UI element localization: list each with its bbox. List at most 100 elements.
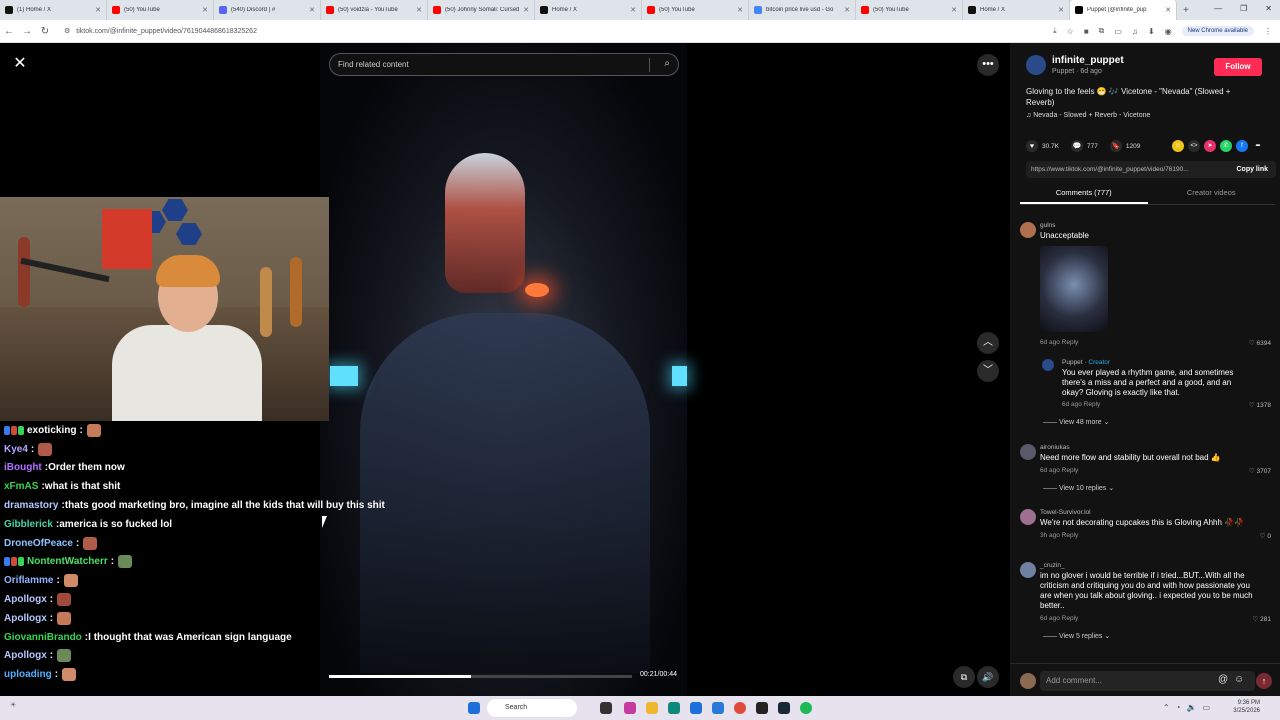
browser-tab[interactable]: bitcoin price live usd - Go ✕ [749, 0, 856, 20]
comment-avatar[interactable] [1020, 562, 1036, 578]
profile-icon[interactable]: ◉ [1165, 27, 1172, 36]
browser-tab[interactable]: (50) YouTube ✕ [856, 0, 963, 20]
browser-tab[interactable]: (50) YouTube ✕ [642, 0, 749, 20]
facebook-icon[interactable]: f [1236, 140, 1248, 152]
next-video-button[interactable]: ﹀ [977, 360, 999, 382]
chrome-icon[interactable] [734, 702, 746, 714]
copilot-icon[interactable] [624, 702, 636, 714]
tab-close-icon[interactable]: ✕ [844, 6, 850, 14]
comment-avatar[interactable] [1020, 222, 1036, 238]
chat-username[interactable]: DroneOfPeace [4, 538, 73, 549]
search-icon[interactable]: ⌕ [664, 58, 670, 69]
comment-username[interactable]: Towel-Survivor.lol [1040, 509, 1091, 516]
music-row[interactable]: ♫ Nevada - Slowed + Reverb - Vicetone [1026, 112, 1150, 119]
comment-meta[interactable]: 6d ago Reply [1040, 339, 1078, 346]
tab-close-icon[interactable]: ✕ [630, 6, 636, 14]
browser-tab[interactable]: (50) Johnny Somali: Cursed ✕ [428, 0, 535, 20]
taskbar-search[interactable]: Search [487, 699, 577, 717]
browser-tab[interactable]: (540) Discord | # ✕ [214, 0, 321, 20]
close-window-icon[interactable]: ✕ [1265, 4, 1272, 13]
maximize-icon[interactable]: ❐ [1240, 4, 1247, 13]
close-icon[interactable]: ✕ [10, 54, 30, 74]
emoji-icon[interactable]: ☺ [1172, 140, 1184, 152]
chat-username[interactable]: Apollogx [4, 613, 47, 624]
edge-icon[interactable] [668, 702, 680, 714]
comment-avatar[interactable] [1020, 444, 1036, 460]
user-avatar[interactable] [1020, 673, 1036, 689]
tab-close-icon[interactable]: ✕ [523, 6, 529, 14]
media-icon[interactable]: ♫ [1132, 27, 1138, 36]
comment-meta[interactable]: 6d ago Reply [1062, 401, 1100, 408]
share-icon[interactable]: ➦ [1252, 140, 1264, 152]
chat-username[interactable]: GiovanniBrando [4, 632, 82, 643]
tab-comments[interactable]: Comments (777) [1020, 183, 1148, 204]
chat-username[interactable]: Oriflamme [4, 575, 53, 586]
tab-close-icon[interactable]: ✕ [1058, 6, 1064, 14]
browser-tab[interactable]: (50) voidzla - YouTube ✕ [321, 0, 428, 20]
embed-icon[interactable]: <> [1188, 140, 1200, 152]
comment-like[interactable]: ♡ 281 [1253, 615, 1272, 623]
obs-icon[interactable] [756, 702, 768, 714]
browser-tab[interactable]: Home / X ✕ [963, 0, 1070, 20]
tab-close-icon[interactable]: ✕ [951, 6, 957, 14]
minimize-icon[interactable]: — [1214, 4, 1222, 13]
tray-chevron-icon[interactable]: ⌃ [1163, 703, 1170, 712]
comment-like[interactable]: ♡ 6394 [1249, 339, 1271, 347]
comment-image[interactable] [1040, 246, 1108, 332]
emoji-picker-icon[interactable]: ☺ [1234, 674, 1244, 685]
comment-avatar[interactable] [1042, 359, 1054, 371]
tab-close-icon[interactable]: ✕ [95, 6, 101, 14]
whatsapp-icon[interactable]: ✆ [1220, 140, 1232, 152]
author-avatar[interactable] [1026, 55, 1046, 75]
previous-video-button[interactable]: ︿ [977, 332, 999, 354]
pip-button[interactable]: ⧉ [953, 666, 975, 688]
view-more-replies[interactable]: —— View 5 replies ⌄ [1043, 632, 1110, 640]
tab-close-icon[interactable]: ✕ [737, 6, 743, 14]
back-icon[interactable]: ← [0, 26, 18, 37]
tab-close-icon[interactable]: ✕ [1165, 6, 1171, 14]
forward-icon[interactable]: → [18, 26, 36, 37]
tab-close-icon[interactable]: ✕ [309, 6, 315, 14]
save-icon[interactable]: 🔖 [1109, 140, 1122, 152]
mail-icon[interactable] [712, 702, 724, 714]
chat-username[interactable]: dramastory [4, 500, 58, 511]
chat-username[interactable]: Gibblerick [4, 519, 53, 530]
steam-icon[interactable] [778, 702, 790, 714]
install-icon[interactable]: ⤓ [1053, 26, 1057, 36]
comment-username[interactable]: Puppet · Creator [1062, 359, 1110, 366]
author-block[interactable]: infinite_puppet Puppet · 6d ago [1026, 55, 1124, 75]
view-more-replies[interactable]: —— View 10 replies ⌄ [1043, 484, 1114, 492]
battery-icon[interactable]: ▭ [1202, 703, 1210, 712]
weather-widget[interactable]: ☀ [10, 701, 16, 709]
more-options-button[interactable]: ••• [977, 54, 999, 76]
comment-like[interactable]: ♡ 0 [1260, 532, 1271, 540]
browser-tab[interactable]: Home / X ✕ [535, 0, 642, 20]
comment-username[interactable]: _cruzin_ [1040, 562, 1065, 569]
send-icon[interactable]: ➤ [1204, 140, 1216, 152]
chat-username[interactable]: Apollogx [4, 594, 47, 605]
url-field[interactable]: ⚙ tiktok.com/@infinite_puppet/video/7619… [64, 27, 1053, 36]
comment-like[interactable]: ♡ 1378 [1249, 401, 1271, 409]
like-icon[interactable]: ♥ [1026, 140, 1038, 152]
search-input[interactable]: Find related content ⌕ [329, 53, 679, 76]
store-icon[interactable] [690, 702, 702, 714]
chat-username[interactable]: iBought [4, 462, 42, 473]
system-clock[interactable]: 9:36 PM 3/25/2026 [1233, 699, 1260, 715]
speaker-icon[interactable]: 🔉 [1186, 703, 1196, 712]
chat-username[interactable]: Apollogx [4, 650, 47, 661]
follow-button[interactable]: Follow [1214, 58, 1262, 76]
new-tab-icon[interactable]: + [1183, 5, 1189, 16]
comment-username[interactable]: aironiukas [1040, 444, 1070, 451]
chat-username[interactable]: NontentWatcherr [27, 556, 108, 567]
author-name[interactable]: infinite_puppet [1052, 55, 1124, 66]
comment-meta[interactable]: 6d ago Reply [1040, 615, 1078, 622]
comment-like[interactable]: ♡ 3707 [1249, 467, 1271, 475]
menu-icon[interactable]: ⋮ [1264, 27, 1272, 36]
mention-icon[interactable]: @ [1218, 674, 1228, 685]
browser-tab[interactable]: (50) YouTube ✕ [107, 0, 214, 20]
chat-username[interactable]: xFmAS [4, 481, 38, 492]
comment-meta[interactable]: 6d ago Reply [1040, 467, 1078, 474]
file-explorer-icon[interactable] [646, 702, 658, 714]
bookmark-star-icon[interactable]: ☆ [1067, 27, 1074, 36]
chat-username[interactable]: Kye4 [4, 444, 28, 455]
